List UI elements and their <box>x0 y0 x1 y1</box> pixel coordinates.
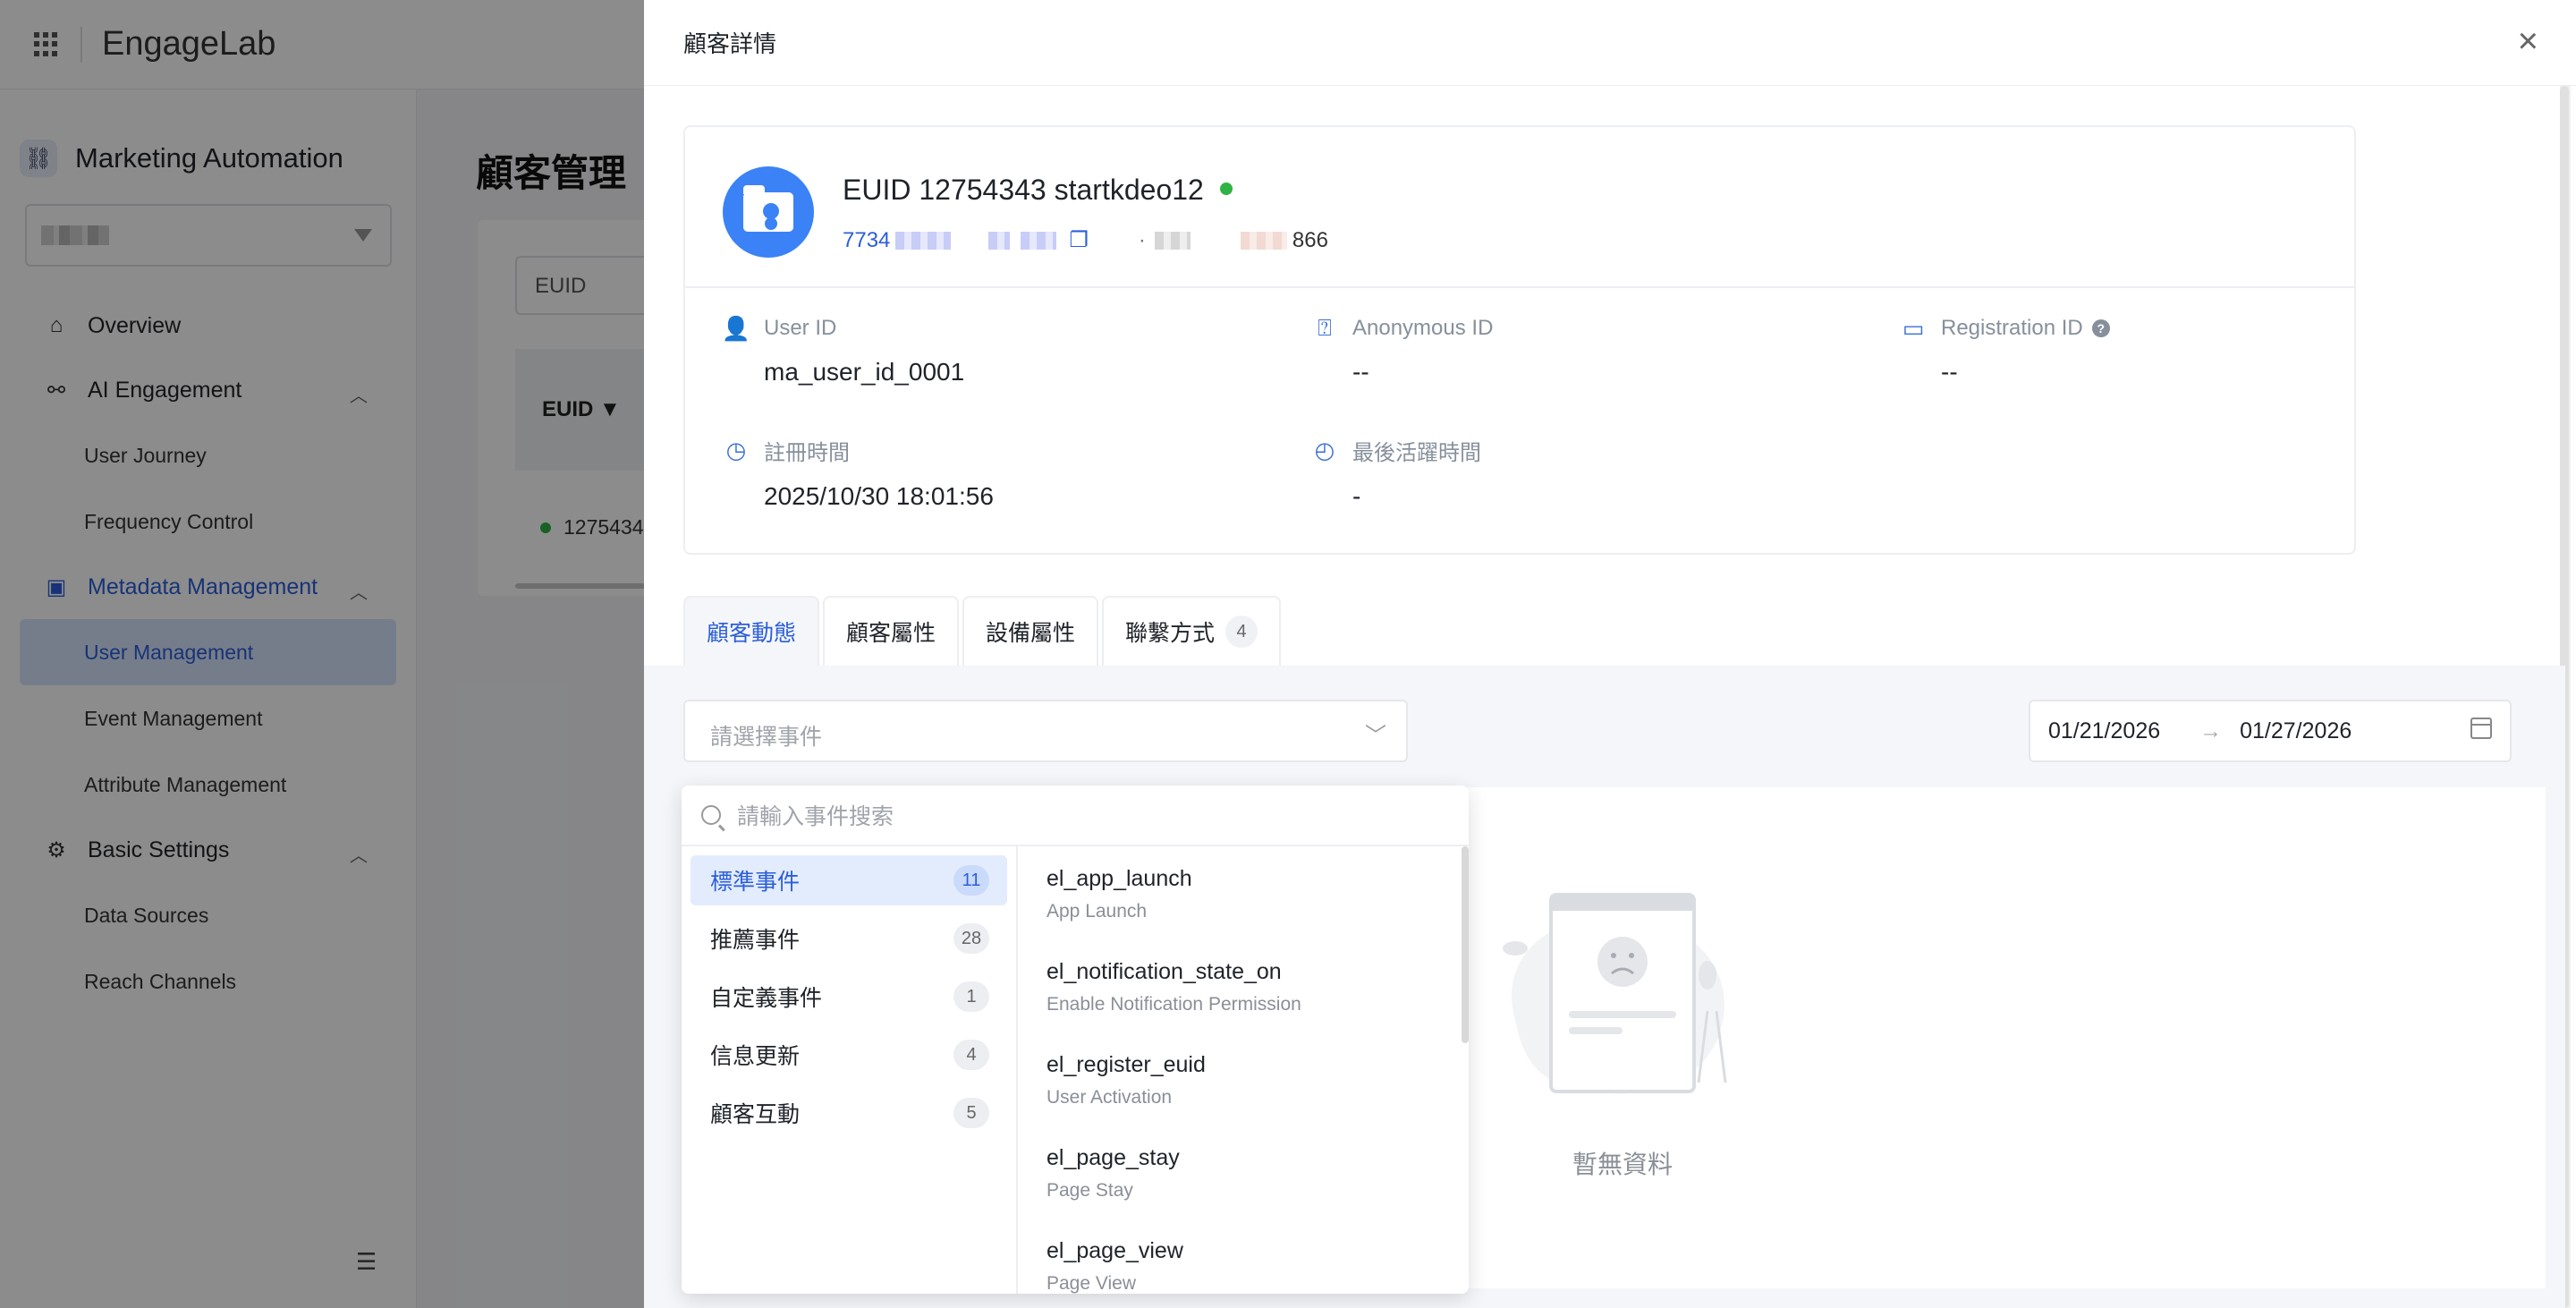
event-option[interactable]: el_page_view Page View <box>1046 1238 1469 1294</box>
event-description: Enable Notification Permission <box>1046 994 1301 1015</box>
event-code: el_notification_state_on <box>1046 959 1282 984</box>
redacted <box>1154 231 1191 250</box>
separator: · <box>1138 227 1146 252</box>
tab-customer-activity[interactable]: 顧客動態 <box>683 596 820 666</box>
copy-icon[interactable]: ❐ <box>1069 227 1089 253</box>
profile-name: EUID 12754343 startkdeo12 <box>843 174 1233 207</box>
event-description: App Launch <box>1046 901 1148 922</box>
date-start[interactable]: 01/21/2026 <box>2048 718 2160 744</box>
tab-contact[interactable]: 聯繫方式 4 <box>1102 596 1282 666</box>
attr-anonymous-id: ⍰ Anonymous ID -- <box>1311 314 1494 386</box>
search-placeholder: 請輸入事件搜索 <box>737 804 894 829</box>
detail-tabs: 顧客動態 顧客屬性 設備屬性 聯繫方式 4 <box>683 596 1284 666</box>
attr-value: - <box>1352 482 1361 510</box>
device-icon: ▭ <box>1902 314 1925 342</box>
redacted <box>895 231 952 250</box>
attr-label: 註冊時間 <box>764 441 850 465</box>
drawer-header: 顧客詳情 × <box>644 0 2576 86</box>
event-option[interactable]: el_notification_state_on Enable Notifica… <box>1046 959 1469 1052</box>
event-category-list: 標準事件 11 推薦事件 28 自定義事件 1 信息更新 4 顧客互動 5 <box>682 846 1018 1294</box>
attr-register-time: ◷ 註冊時間 2025/10/30 18:01:56 <box>723 435 994 511</box>
category-label: 自定義事件 <box>710 986 823 1011</box>
redacted <box>1021 231 1057 250</box>
event-select[interactable]: 請選擇事件 ﹀ <box>683 700 1408 762</box>
event-option[interactable]: el_app_launch App Launch <box>1046 866 1469 959</box>
attr-value: -- <box>1352 358 1369 386</box>
attr-label: 最後活躍時間 <box>1352 441 1481 465</box>
event-option[interactable]: el_page_stay Page Stay <box>1046 1145 1469 1238</box>
event-select-placeholder: 請選擇事件 <box>710 725 823 750</box>
avatar <box>723 166 814 258</box>
clock-icon: ◷ <box>725 437 747 463</box>
phone-number[interactable]: 7734 <box>843 228 890 253</box>
category-count: 4 <box>953 1040 989 1070</box>
category-recommended-events[interactable]: 推薦事件 28 <box>691 913 1007 964</box>
event-option-list: el_app_launch App Launch el_notification… <box>1018 846 1469 1294</box>
event-description: Page Stay <box>1046 1180 1133 1201</box>
attr-value: ma_user_id_0001 <box>764 358 965 386</box>
attr-value: -- <box>1941 358 1958 386</box>
tab-device-attributes[interactable]: 設備屬性 <box>962 596 1099 666</box>
profile-summary: EUID 12754343 startkdeo12 7734 ❐ · 866 <box>685 127 2354 288</box>
category-label: 標準事件 <box>710 870 801 895</box>
event-code: el_app_launch <box>1046 866 1192 891</box>
user-icon: 👤 <box>721 314 751 342</box>
device-id-tail: 866 <box>1292 227 1328 252</box>
date-end[interactable]: 01/27/2026 <box>2240 718 2351 744</box>
category-label: 推薦事件 <box>710 928 801 953</box>
dropdown-body: 標準事件 11 推薦事件 28 自定義事件 1 信息更新 4 顧客互動 5 el <box>682 846 1469 1294</box>
calendar-icon[interactable] <box>2470 718 2492 739</box>
event-description: Page View <box>1046 1273 1137 1294</box>
event-code: el_page_view <box>1046 1238 1183 1263</box>
tab-count-badge: 4 <box>1225 616 1258 648</box>
event-option[interactable]: el_register_euid User Activation <box>1046 1052 1469 1145</box>
profile-contact: 7734 ❐ · 866 <box>843 227 1328 253</box>
empty-state-text: 暫無資料 <box>1572 1151 1674 1178</box>
attr-label: Registration ID <box>1941 316 2083 340</box>
category-custom-events[interactable]: 自定義事件 1 <box>691 972 1007 1022</box>
modal-overlay[interactable] <box>0 0 644 1308</box>
event-dropdown: 請輸入事件搜索 標準事件 11 推薦事件 28 自定義事件 1 信息更新 4 顧… <box>682 786 1469 1294</box>
category-count: 11 <box>953 865 989 896</box>
dropdown-scrollbar[interactable] <box>1462 846 1469 1043</box>
category-label: 顧客互動 <box>710 1102 801 1127</box>
profile-name-text: EUID 12754343 startkdeo12 <box>843 174 1204 206</box>
category-label: 信息更新 <box>710 1044 801 1069</box>
attr-last-active: ◴ 最後活躍時間 - <box>1311 435 1481 511</box>
empty-state-illustration <box>1503 893 1727 1094</box>
arrow-right-icon: → <box>2199 718 2223 743</box>
date-range-picker[interactable]: 01/21/2026 → 01/27/2026 <box>2029 700 2512 762</box>
event-code: el_page_stay <box>1046 1145 1180 1170</box>
event-description: User Activation <box>1046 1087 1173 1108</box>
help-icon[interactable]: ? <box>2091 319 2110 337</box>
tab-customer-attributes[interactable]: 顧客屬性 <box>823 596 960 666</box>
search-icon <box>701 805 721 825</box>
tab-label: 聯繫方式 <box>1125 621 1216 646</box>
event-search-input[interactable]: 請輸入事件搜索 <box>682 786 1469 846</box>
drawer-title: 顧客詳情 <box>683 30 777 57</box>
redacted <box>988 231 1011 250</box>
category-count: 1 <box>953 981 989 1012</box>
profile-card: EUID 12754343 startkdeo12 7734 ❐ · 866 👤… <box>683 125 2356 555</box>
attr-label: User ID <box>764 316 837 340</box>
user-folder-icon <box>743 185 793 232</box>
category-customer-interaction[interactable]: 顧客互動 5 <box>691 1088 1007 1138</box>
attr-user-id: 👤 User ID ma_user_id_0001 <box>721 314 965 386</box>
anonymous-icon: ⍰ <box>1318 314 1332 341</box>
category-info-updates[interactable]: 信息更新 4 <box>691 1030 1007 1080</box>
redacted <box>1240 231 1287 250</box>
online-status-dot <box>1219 182 1233 195</box>
attr-label: Anonymous ID <box>1352 316 1494 340</box>
attr-registration-id: ▭ Registration ID? -- <box>1900 315 2110 386</box>
category-count: 28 <box>953 923 989 954</box>
category-count: 5 <box>953 1098 989 1128</box>
chevron-down-icon: ﹀ <box>1365 724 1386 748</box>
attr-value: 2025/10/30 18:01:56 <box>764 482 994 510</box>
event-code: el_register_euid <box>1046 1052 1206 1077</box>
close-icon[interactable]: × <box>2518 23 2538 59</box>
category-standard-events[interactable]: 標準事件 11 <box>691 855 1007 905</box>
history-icon: ◴ <box>1314 437 1335 463</box>
